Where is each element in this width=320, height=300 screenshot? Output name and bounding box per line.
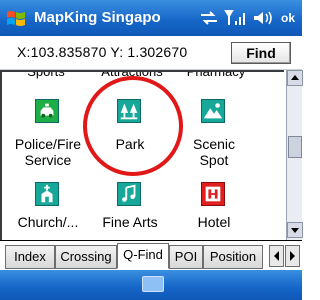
scenic-mountain-icon: [201, 99, 225, 123]
police-car-icon: [35, 99, 59, 123]
tab-scroll-left[interactable]: [269, 245, 284, 267]
tab-poi[interactable]: POI: [169, 245, 203, 269]
scroll-down-button[interactable]: [287, 222, 303, 238]
scroll-thumb[interactable]: [288, 136, 302, 158]
tab-bar: Index Crossing Q-Find POI Position: [0, 240, 302, 270]
windows-start-icon[interactable]: [5, 8, 27, 28]
category-label: Church/...: [17, 214, 79, 230]
arrow-right-icon: [290, 251, 295, 261]
tab-crossing[interactable]: Crossing: [55, 245, 117, 269]
highlight-circle: [83, 76, 183, 176]
find-button[interactable]: Find: [231, 42, 291, 64]
ok-button[interactable]: ok: [277, 8, 299, 28]
tab-scroll-right[interactable]: [285, 245, 300, 267]
category-label: Scenic: [192, 136, 236, 152]
signal-icon[interactable]: [224, 8, 248, 28]
church-icon: [35, 182, 59, 206]
category-label: Fine Arts: [102, 214, 158, 230]
title-bar: MapKing Singapo ok: [0, 0, 302, 36]
vertical-scrollbar[interactable]: [286, 70, 303, 240]
arrow-down-icon: [291, 228, 299, 233]
arrow-up-icon: [291, 75, 299, 80]
tab-q-find[interactable]: Q-Find: [117, 243, 169, 269]
category-label-partial[interactable]: Pharmacy: [176, 72, 256, 80]
category-label: Service: [24, 152, 72, 168]
category-label: Police/Fire: [14, 136, 82, 152]
connectivity-icon[interactable]: [198, 8, 220, 28]
app-title: MapKing Singapo: [34, 9, 161, 26]
tab-index[interactable]: Index: [5, 245, 55, 269]
category-label: Spot: [199, 152, 229, 168]
music-note-icon: [117, 182, 141, 206]
coordinate-bar: X:103.835870 Y: 1.302670 Find: [0, 36, 302, 70]
keyboard-icon[interactable]: [142, 276, 164, 292]
volume-icon[interactable]: [252, 8, 274, 28]
hotel-icon: [201, 182, 225, 206]
category-label: Hotel: [197, 214, 231, 230]
category-label-partial[interactable]: Sports: [16, 72, 76, 80]
bottom-bar: [0, 270, 302, 300]
coordinate-readout: X:103.835870 Y: 1.302670: [17, 44, 188, 60]
tab-position[interactable]: Position: [203, 245, 263, 269]
scroll-up-button[interactable]: [287, 70, 303, 86]
arrow-left-icon: [274, 251, 279, 261]
